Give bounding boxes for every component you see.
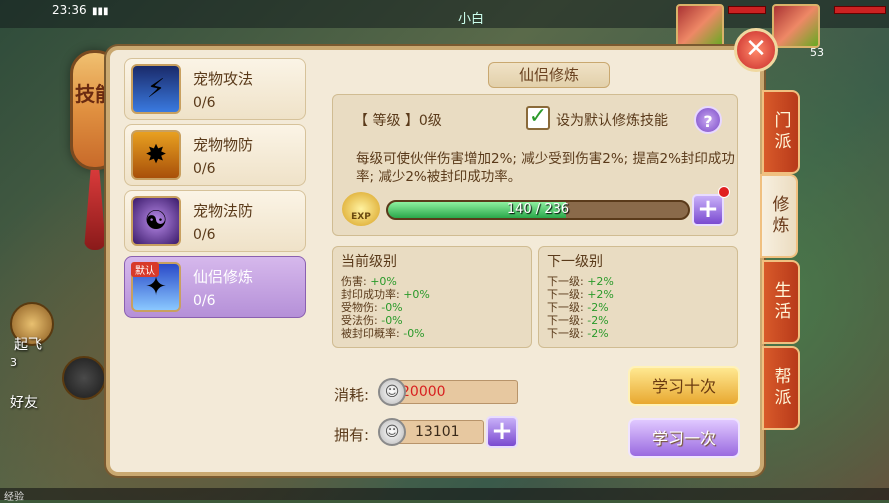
friends-label[interactable]: 好友	[10, 392, 38, 412]
learn-ten-button[interactable]: 学习十次	[628, 366, 740, 406]
skill-progress: 0/6	[193, 94, 216, 111]
grade-label: 【 等级 】0级	[354, 113, 442, 129]
skill-progress: 0/6	[193, 160, 216, 177]
exp-icon: EXP	[342, 192, 380, 226]
stat-key: 伤害:	[341, 275, 367, 288]
companion-training-icon: ✦ 默认	[131, 262, 181, 312]
cost-label: 消耗:	[334, 386, 370, 404]
signal-icon: ▮▮▮	[92, 6, 109, 17]
tab-training[interactable]: 修炼	[760, 174, 798, 258]
stat-value: -0%	[381, 301, 403, 314]
chat-button[interactable]	[62, 356, 106, 400]
stat-row: 下一级: -2%	[547, 301, 729, 314]
skill-name: 宠物物防	[193, 135, 254, 154]
pet-portrait[interactable]	[676, 4, 724, 48]
stat-value: +0%	[370, 275, 397, 288]
stat-key: 下一级:	[547, 288, 584, 301]
stat-value: +0%	[403, 288, 430, 301]
bottom-exp-bar	[0, 488, 889, 500]
chat-count: 3	[10, 356, 17, 369]
detail-title: 仙侣修炼	[488, 62, 610, 88]
skill-item-pet-physical-defense[interactable]: ✸ 宠物物防 0/6	[124, 124, 306, 186]
stat-value: -0%	[403, 327, 425, 340]
stat-value: +2%	[587, 275, 614, 288]
stat-row: 下一级: +2%	[547, 288, 729, 301]
stat-row: 受法伤: -0%	[341, 314, 523, 327]
skill-progress: 0/6	[193, 292, 216, 309]
notification-dot	[718, 186, 730, 198]
stat-value: -2%	[587, 314, 609, 327]
skill-description: 每级可使伙伴伤害增加2%; 减少受到伤害2%; 提高2%封印成功率; 减少2%被…	[356, 151, 735, 185]
stat-value: -0%	[381, 314, 403, 327]
stat-key: 下一级:	[547, 327, 584, 340]
player-hp-bar	[834, 6, 886, 14]
add-exp-button[interactable]: +	[692, 194, 724, 226]
skill-item-companion-training[interactable]: ✦ 默认 仙侣修炼 0/6	[124, 256, 306, 318]
skill-list: ⚡ 宠物攻法 0/6 ✸ 宠物物防 0/6 ☯ 宠物法防 0/6 ✦ 默认 仙侣修炼 0/…	[124, 54, 308, 326]
current-level-title: 当前级别	[341, 254, 397, 270]
stat-row: 下一级: -2%	[547, 314, 729, 327]
pet-magic-defense-icon: ☯	[131, 196, 181, 246]
default-checkbox-label: 设为默认修炼技能	[556, 113, 668, 129]
add-silver-button[interactable]: +	[486, 416, 518, 448]
default-tag: 默认	[131, 262, 159, 277]
stat-key: 封印成功率:	[341, 288, 400, 301]
help-icon[interactable]: ?	[694, 106, 722, 134]
next-level-title: 下一级别	[547, 254, 603, 270]
stat-value: -2%	[587, 327, 609, 340]
tab-sect[interactable]: 门派	[762, 90, 800, 174]
stat-row: 被封印概率: -0%	[341, 327, 523, 340]
stat-value: +2%	[587, 288, 614, 301]
fly-label: 起飞	[14, 337, 42, 353]
tab-guild[interactable]: 帮派	[762, 346, 800, 430]
skill-item-pet-attack[interactable]: ⚡ 宠物攻法 0/6	[124, 58, 306, 120]
stat-key: 下一级:	[547, 301, 584, 314]
stat-key: 受法伤:	[341, 314, 378, 327]
pet-physical-defense-icon: ✸	[131, 130, 181, 180]
stat-row: 下一级: +2%	[547, 275, 729, 288]
pet-hp-bar	[728, 6, 766, 14]
clock: 23:36	[52, 3, 87, 17]
silver-coin-icon: ☺	[378, 378, 406, 406]
exp-text: 140 / 236	[506, 202, 570, 217]
learn-once-button[interactable]: 学习一次	[628, 418, 740, 458]
stat-key: 被封印概率:	[341, 327, 400, 340]
player-portrait[interactable]	[772, 4, 820, 48]
pet-attack-icon: ⚡	[131, 64, 181, 114]
next-level-box: 下一级别 下一级: +2% 下一级: +2% 下一级: -2% 下一级: -2%…	[538, 246, 738, 348]
cost-value: 20000	[401, 384, 446, 400]
skill-progress: 0/6	[193, 226, 216, 243]
skill-item-pet-magic-defense[interactable]: ☯ 宠物法防 0/6	[124, 190, 306, 252]
current-level-box: 当前级别 伤害: +0% 封印成功率: +0% 受物伤: -0% 受法伤: -0…	[332, 246, 532, 348]
tab-life[interactable]: 生活	[762, 260, 800, 344]
stat-key: 受物伤:	[341, 301, 378, 314]
cost-field: 20000	[392, 380, 518, 404]
skill-name: 宠物攻法	[193, 69, 254, 88]
skill-name: 仙侣修炼	[193, 267, 254, 286]
stat-row: 伤害: +0%	[341, 275, 523, 288]
map-name: 小白	[458, 12, 485, 27]
own-label: 拥有:	[334, 426, 370, 444]
skill-name: 宠物法防	[193, 201, 254, 220]
stat-key: 下一级:	[547, 314, 584, 327]
stat-row: 封印成功率: +0%	[341, 288, 523, 301]
close-button[interactable]: ✕	[734, 28, 778, 72]
stat-row: 受物伤: -0%	[341, 301, 523, 314]
exp-bottom-label: 经验	[4, 492, 24, 503]
own-value: 13101	[415, 424, 460, 440]
stat-value: -2%	[587, 301, 609, 314]
status-bar	[0, 0, 889, 28]
player-level: 53	[810, 46, 824, 59]
default-checkbox[interactable]: ✓	[526, 106, 550, 130]
stat-row: 下一级: -2%	[547, 327, 729, 340]
silver-coin-icon: ☺	[378, 418, 406, 446]
stat-key: 下一级:	[547, 275, 584, 288]
